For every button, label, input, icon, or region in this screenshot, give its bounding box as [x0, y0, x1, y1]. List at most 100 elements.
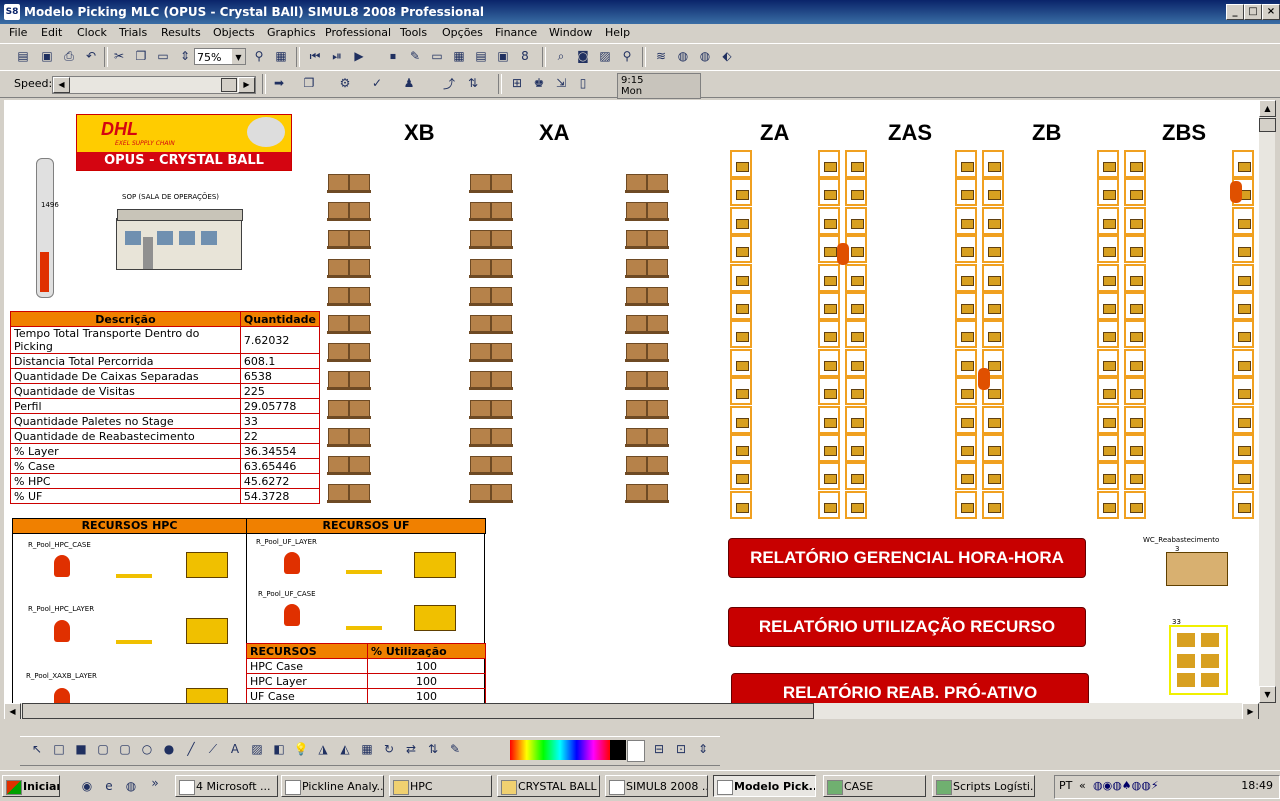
picking-slot[interactable] [845, 405, 867, 434]
picking-slot[interactable] [818, 292, 840, 320]
picking-slot[interactable] [845, 377, 867, 406]
report-icon[interactable]: ▤ [472, 47, 490, 65]
rounded-rect-icon[interactable]: ▢ [94, 740, 112, 758]
pallet-rack[interactable] [625, 482, 669, 504]
picking-slot[interactable] [845, 206, 867, 235]
picking-slot[interactable] [955, 490, 977, 519]
magnify-icon[interactable]: ⌕ [552, 47, 570, 65]
picking-slot[interactable] [1097, 206, 1119, 235]
stop-icon[interactable]: ⏹ [384, 47, 402, 65]
chevron-left-icon[interactable]: « [1079, 779, 1086, 792]
pallet-jack-icon[interactable] [116, 560, 152, 578]
find-icon[interactable]: ⚲ [618, 47, 636, 65]
binoculars-icon[interactable]: ⚲ [250, 47, 268, 65]
forklift-icon[interactable] [414, 552, 456, 578]
task-simul8[interactable]: SIMUL8 2008 ... [605, 775, 708, 797]
picking-slot[interactable] [982, 235, 1004, 264]
quicklaunch-icon[interactable]: ◉ [78, 777, 96, 795]
rectangle-icon[interactable]: □ [50, 740, 68, 758]
task-crystal-ball[interactable]: CRYSTAL BALL [497, 775, 600, 797]
pallet-rack[interactable] [625, 369, 669, 391]
shape-icon[interactable]: ◧ [270, 740, 288, 758]
picking-slot[interactable] [1097, 348, 1119, 377]
ie-icon[interactable]: e [100, 777, 118, 795]
picking-slot[interactable] [818, 263, 840, 292]
rewind-icon[interactable]: ⏮ [306, 47, 324, 65]
zoom-select[interactable]: 75% ▼ [194, 48, 246, 65]
copy-icon[interactable]: ❐ [132, 47, 150, 65]
picking-slot[interactable] [730, 150, 752, 178]
task-case[interactable]: CASE [823, 775, 926, 797]
eight-icon[interactable]: 8 [516, 47, 534, 65]
stage-area[interactable] [1169, 625, 1228, 695]
picking-slot[interactable] [1124, 206, 1146, 235]
light-icon[interactable]: ◮ [314, 740, 332, 758]
table-icon[interactable]: ▦ [450, 47, 468, 65]
picking-slot[interactable] [1232, 462, 1254, 491]
task-scripts[interactable]: Scripts Logísti... [932, 775, 1035, 797]
rotate-icon[interactable]: ↻ [380, 740, 398, 758]
picking-slot[interactable] [982, 263, 1004, 292]
pallet-rack[interactable] [625, 398, 669, 420]
pallet-rack[interactable] [327, 172, 371, 194]
picking-slot[interactable] [730, 405, 752, 434]
zoom-spinner[interactable]: ⇕ [176, 47, 194, 65]
worker-icon[interactable] [54, 620, 70, 642]
pallet-rack[interactable] [469, 398, 513, 420]
picking-slot[interactable] [730, 348, 752, 377]
scroll-right-icon[interactable]: ▶ [1242, 703, 1259, 720]
pallet-jack-icon[interactable] [116, 626, 152, 644]
pallet-rack[interactable] [327, 228, 371, 250]
picking-slot[interactable] [818, 320, 840, 349]
picking-slot[interactable] [845, 462, 867, 491]
picking-slot[interactable] [1124, 348, 1146, 377]
forklift-icon[interactable] [1166, 552, 1228, 586]
flow-icon[interactable]: ⇅ [464, 74, 482, 92]
picking-slot[interactable] [1124, 292, 1146, 320]
picking-slot[interactable] [1097, 263, 1119, 292]
picking-slot[interactable] [1124, 490, 1146, 519]
picking-slot[interactable] [730, 490, 752, 519]
menu-edit[interactable]: Edit [41, 26, 62, 39]
open-icon[interactable]: ▤ [14, 47, 32, 65]
picking-slot[interactable] [818, 178, 840, 207]
color-white[interactable] [627, 740, 645, 762]
flip-icon[interactable]: ⇄ [402, 740, 420, 758]
network-icon[interactable]: ⊞ [508, 74, 526, 92]
pallet-rack[interactable] [327, 313, 371, 335]
task-modelo-pick[interactable]: Modelo Pick... [713, 775, 816, 797]
picking-slot[interactable] [845, 320, 867, 349]
pallet-rack[interactable] [625, 313, 669, 335]
3d-icon[interactable]: ◭ [336, 740, 354, 758]
picking-slot[interactable] [730, 292, 752, 320]
picking-slot[interactable] [1097, 320, 1119, 349]
pallet-rack[interactable] [625, 454, 669, 476]
picking-slot[interactable] [982, 462, 1004, 491]
picking-slot[interactable] [730, 206, 752, 235]
speed-slider[interactable]: ◀ ▶ [52, 76, 256, 94]
picking-slot[interactable] [730, 462, 752, 491]
picking-slot[interactable] [845, 263, 867, 292]
menu-window[interactable]: Window [549, 26, 592, 39]
picking-slot[interactable] [1097, 490, 1119, 519]
cut-icon[interactable]: ✂ [110, 47, 128, 65]
picture-icon[interactable]: ▨ [248, 740, 266, 758]
picking-slot[interactable] [1097, 292, 1119, 320]
pallet-rack[interactable] [469, 369, 513, 391]
scroll-down-icon[interactable]: ▼ [1259, 686, 1276, 703]
picking-slot[interactable] [845, 150, 867, 178]
picking-slot[interactable] [1097, 150, 1119, 178]
calc-icon[interactable]: ▣ [494, 47, 512, 65]
pallet-rack[interactable] [469, 341, 513, 363]
picking-slot[interactable] [730, 178, 752, 207]
menu-help[interactable]: Help [605, 26, 630, 39]
picking-slot[interactable] [955, 235, 977, 264]
picking-slot[interactable] [818, 405, 840, 434]
tag-icon[interactable]: ⬖ [718, 47, 736, 65]
chevron-more-icon[interactable]: » [146, 774, 164, 792]
pallet-rack[interactable] [327, 482, 371, 504]
pallet-rack[interactable] [625, 257, 669, 279]
simulation-canvas[interactable]: DHL EXEL SUPPLY CHAIN OPUS - CRYSTAL BAL… [4, 100, 1259, 703]
line-icon[interactable]: ╱ [182, 740, 200, 758]
worker-icon[interactable] [54, 688, 70, 703]
